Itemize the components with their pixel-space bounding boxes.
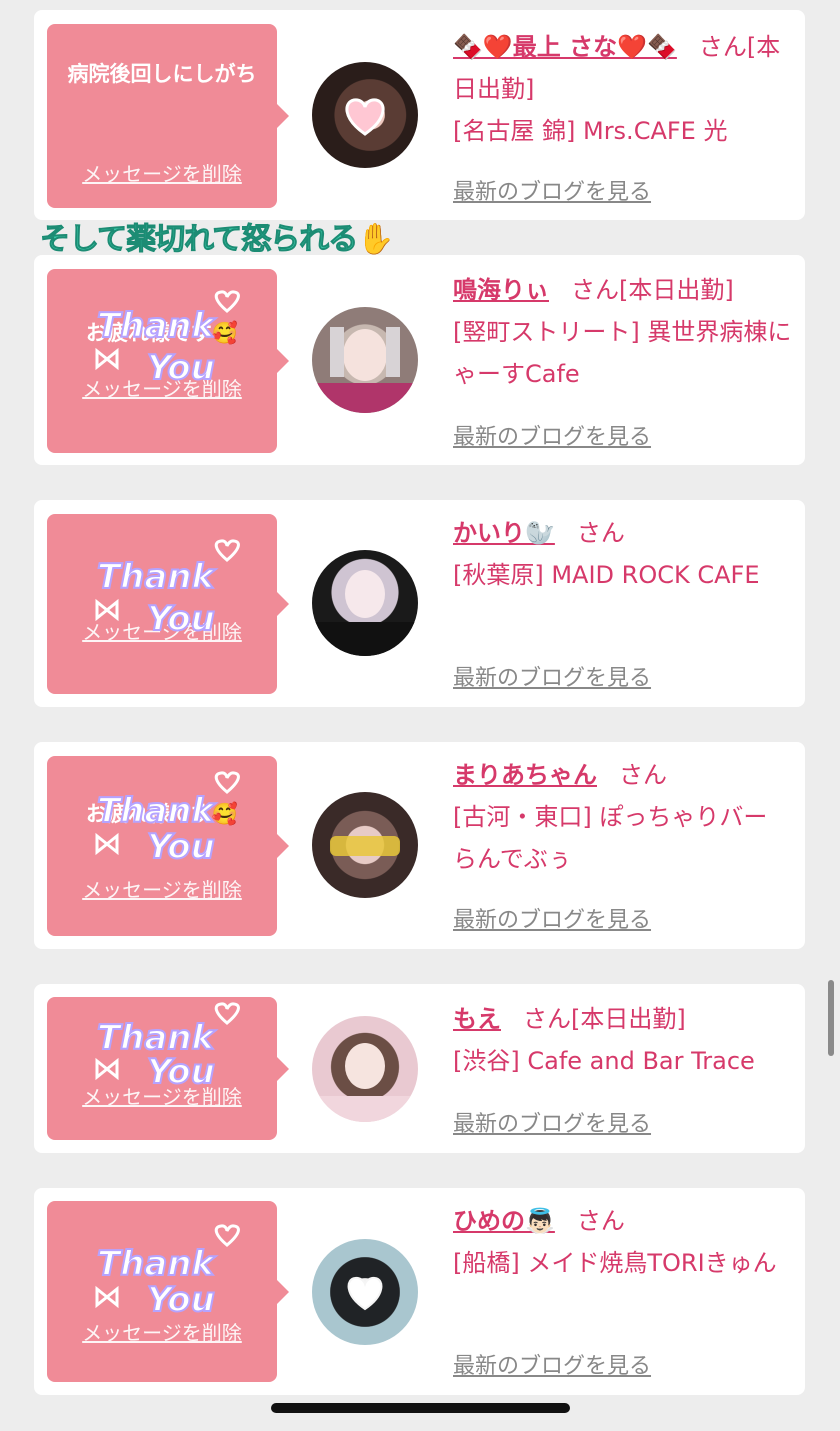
- honorific-label: さん: [698, 33, 747, 61]
- message-card: メッセージを削除 Thank You もえ さん[本日出勤] [渋谷] Cafe …: [34, 984, 805, 1153]
- cast-name-link[interactable]: 🍫❤️最上 さな❤️🍫: [453, 33, 677, 61]
- delete-message-link[interactable]: メッセージを削除: [47, 874, 277, 903]
- heart-sticker-icon: [347, 1276, 383, 1311]
- svg-text:You: You: [147, 1280, 215, 1320]
- latest-blog-link[interactable]: 最新のブログを見る: [453, 660, 651, 692]
- cast-info: かいり🦭 さん [秋葉原] MAID ROCK CAFE: [453, 512, 793, 596]
- message-card: 病院後回しにしがち メッセージを削除 🍫❤️最上 さな❤️🍫 さん[本日出勤] […: [34, 10, 805, 220]
- cast-info: もえ さん[本日出勤] [渋谷] Cafe and Bar Trace: [453, 998, 793, 1082]
- honorific-label: さん: [571, 276, 619, 304]
- avatar-photo-icon: [312, 570, 418, 656]
- svg-text:Thank: Thank: [97, 1244, 217, 1284]
- honorific-label: さん: [576, 1207, 625, 1235]
- message-bubble: お疲れ様です🥰 メッセージを削除 Thank You: [47, 756, 289, 936]
- message-card: お疲れ様です🥰 メッセージを削除 Thank You まりあちゃん さん [古河・…: [34, 742, 805, 949]
- latest-blog-link[interactable]: 最新のブログを見る: [453, 1106, 651, 1138]
- delete-message-link[interactable]: メッセージを削除: [47, 1081, 277, 1110]
- work-status: [本日出勤]: [571, 1005, 686, 1033]
- cast-info: 🍫❤️最上 さな❤️🍫 さん[本日出勤] [名古屋 錦] Mrs.CAFE 光: [453, 26, 793, 152]
- avatar[interactable]: [312, 1016, 418, 1122]
- thank-you-sticker-icon: Thank You: [95, 1224, 240, 1321]
- avatar[interactable]: [312, 792, 418, 898]
- avatar-photo-icon: [330, 836, 400, 856]
- latest-blog-link[interactable]: 最新のブログを見る: [453, 419, 651, 451]
- cast-name-link[interactable]: ひめの👼🏻: [453, 1207, 555, 1235]
- honorific-label: さん: [619, 761, 667, 789]
- shop-name: [秋葉原] MAID ROCK CAFE: [453, 561, 760, 589]
- heart-sticker-icon: [345, 98, 385, 136]
- caption-sticker-text: そして薬切れて怒られる✋: [40, 222, 396, 258]
- message-card: メッセージを削除 Thank You ひめの👼🏻 さん [船橋] メイド焼鳥TOR…: [34, 1188, 805, 1395]
- cast-info: まりあちゃん さん [古河・東口] ぽっちゃりバー らんでぶぅ: [453, 754, 793, 880]
- home-indicator[interactable]: [271, 1403, 570, 1413]
- cast-name-link[interactable]: かいり🦭: [453, 519, 555, 547]
- message-bubble: メッセージを削除 Thank You: [47, 997, 289, 1140]
- svg-text:Thank: Thank: [97, 1018, 217, 1058]
- message-bubble: メッセージを削除 Thank You: [47, 1201, 289, 1382]
- svg-text:Thank: Thank: [97, 557, 217, 597]
- shop-name: [名古屋 錦] Mrs.CAFE 光: [453, 117, 728, 145]
- honorific-label: さん: [576, 519, 625, 547]
- avatar-photo-icon: [312, 1043, 418, 1122]
- message-text: お疲れ様です🥰: [85, 321, 239, 345]
- avatar-photo-icon: [312, 327, 418, 413]
- delete-message-link[interactable]: メッセージを削除: [47, 158, 277, 187]
- delete-message-link[interactable]: メッセージを削除: [47, 373, 277, 402]
- latest-blog-link[interactable]: 最新のブログを見る: [453, 902, 651, 934]
- delete-message-link[interactable]: メッセージを削除: [47, 616, 277, 645]
- shop-name: [渋谷] Cafe and Bar Trace: [453, 1047, 755, 1075]
- work-status: [本日出勤]: [619, 276, 734, 304]
- shop-name: [竪町ストリート] 異世界病棟にゃーすCafe: [453, 318, 792, 388]
- avatar[interactable]: [312, 62, 418, 168]
- avatar[interactable]: [312, 307, 418, 413]
- latest-blog-link[interactable]: 最新のブログを見る: [453, 1348, 651, 1380]
- message-bubble: お疲れ様です🥰 メッセージを削除 Thank You: [47, 269, 289, 453]
- avatar[interactable]: [312, 550, 418, 656]
- shop-name: [古河・東口] ぽっちゃりバー らんでぶぅ: [453, 803, 768, 873]
- cast-name-link[interactable]: もえ: [453, 1005, 501, 1033]
- cast-info: ひめの👼🏻 さん [船橋] メイド焼鳥TORIきゅん: [453, 1200, 793, 1284]
- cast-name-link[interactable]: 鳴海りぃ: [453, 276, 549, 304]
- message-bubble: メッセージを削除 Thank You: [47, 514, 289, 694]
- honorific-label: さん: [523, 1005, 571, 1033]
- message-card: メッセージを削除 Thank You かいり🦭 さん [秋葉原] MAID ROC…: [34, 500, 805, 707]
- scrollbar[interactable]: [828, 980, 834, 1056]
- cast-name-link[interactable]: まりあちゃん: [453, 761, 597, 789]
- avatar[interactable]: [312, 1239, 418, 1345]
- latest-blog-link[interactable]: 最新のブログを見る: [453, 174, 651, 206]
- message-text: 病院後回しにしがち: [67, 62, 257, 86]
- shop-name: [船橋] メイド焼鳥TORIきゅん: [453, 1249, 777, 1277]
- cast-info: 鳴海りぃ さん[本日出勤] [竪町ストリート] 異世界病棟にゃーすCafe: [453, 269, 793, 395]
- svg-text:You: You: [147, 827, 215, 867]
- message-card: お疲れ様です🥰 メッセージを削除 Thank You 鳴海りぃ さん[本日出勤] …: [34, 255, 805, 465]
- message-text: お疲れ様です🥰: [85, 802, 239, 826]
- delete-message-link[interactable]: メッセージを削除: [47, 1317, 277, 1346]
- message-bubble: 病院後回しにしがち メッセージを削除: [47, 24, 289, 208]
